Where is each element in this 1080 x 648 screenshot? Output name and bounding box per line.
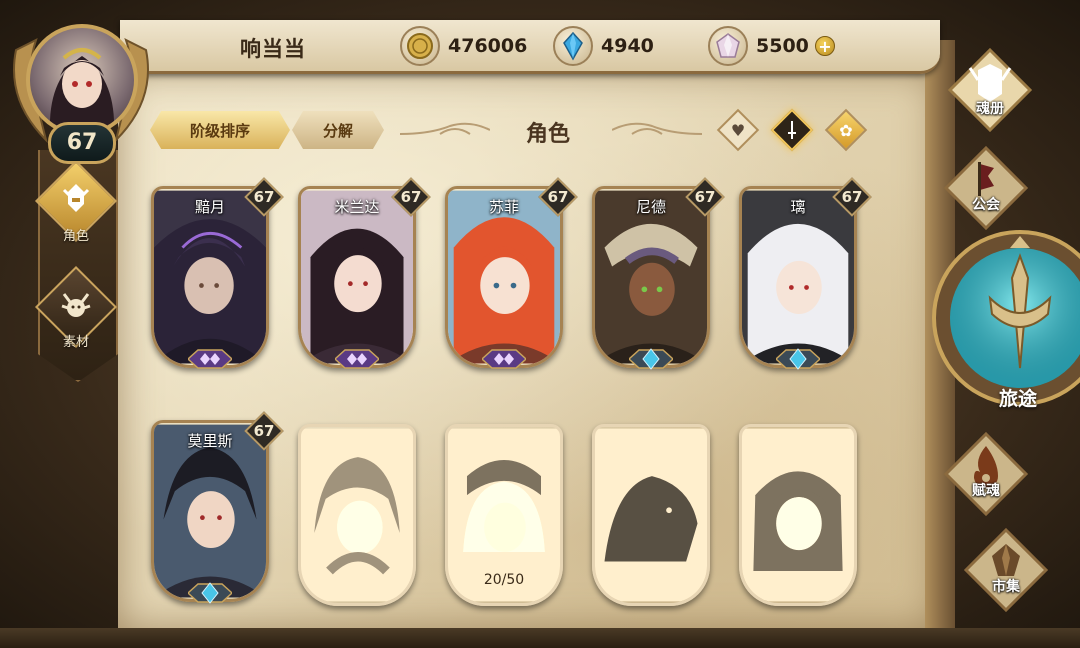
soul-book-label: 魂册 [976, 101, 1004, 117]
filter-paw-button[interactable]: ✿ [824, 108, 868, 152]
nav-characters-label: 角色 [62, 229, 89, 244]
cyan-rank-gem-icon [776, 348, 820, 370]
player-name: 响当当 [240, 37, 306, 61]
gold-currency[interactable]: 476006 [400, 26, 527, 66]
blue-crystal-icon [553, 26, 593, 66]
sword-filter-icon [772, 110, 812, 150]
market-label: 市集 [992, 579, 1020, 595]
page-title: 角色 [525, 122, 570, 147]
filter-heart-button[interactable]: ♥ [716, 108, 760, 152]
game-screen: 响当当 476006 4940 5500 + 角色 素材 67 阶级排序 分解 … [0, 0, 1080, 648]
cyan-rank-gem-icon [188, 582, 232, 604]
crystal-currency[interactable]: 4940 [553, 26, 654, 66]
material-beast-icon [61, 293, 91, 317]
heart-filter-icon: ♥ [730, 120, 746, 140]
nav-materials-label: 素材 [62, 335, 89, 350]
pink-diamond-icon [708, 26, 748, 66]
player-avatar-frame[interactable]: 67 [6, 10, 156, 164]
locked-character-card[interactable]: 20/50 [445, 424, 563, 606]
locked-portrait-1 [301, 428, 413, 602]
character-card[interactable]: 苏菲 67 [445, 177, 578, 369]
level-badge: 67 [244, 177, 284, 217]
level-badge: 67 [244, 411, 284, 451]
purple-rank-gem-icon [482, 349, 526, 369]
sort-by-rank-button[interactable]: 阶级排序 [150, 111, 290, 149]
market-gem-icon [964, 528, 1048, 612]
character-card[interactable]: 尼德 67 [592, 177, 725, 370]
crystal-value: 4940 [601, 35, 654, 57]
diamond-value: 5500 [756, 35, 809, 57]
soul-flame-icon [944, 432, 1028, 516]
level-badge: 67 [832, 177, 872, 217]
locked-character-card[interactable] [592, 424, 710, 606]
decompose-button[interactable]: 分解 [292, 111, 384, 149]
nav-characters[interactable]: 角色 [34, 159, 118, 244]
gold-value: 476006 [448, 35, 528, 57]
level-badge: 67 [391, 177, 431, 217]
character-helmet-icon [62, 184, 90, 212]
title-ornament-right [612, 122, 702, 135]
level-badge: 67 [538, 177, 578, 217]
locked-portrait-panther [595, 428, 707, 602]
filter-sword-button[interactable] [770, 108, 814, 152]
purple-rank-gem-icon [335, 349, 379, 369]
locked-portrait-4 [742, 428, 854, 602]
character-card[interactable]: 黯月 67 [151, 177, 284, 369]
avatar [26, 24, 138, 136]
locked-character-card[interactable] [739, 424, 857, 606]
bottom-frame [0, 628, 1080, 648]
guild-label: 公会 [972, 197, 1000, 213]
nav-materials[interactable]: 素材 [34, 265, 118, 350]
market-button[interactable]: 市集 [942, 528, 1070, 612]
soul-book-button[interactable]: 魂册 [926, 48, 1054, 132]
player-level-badge: 67 [48, 122, 116, 164]
journey-button[interactable]: 旅途 [930, 218, 1080, 418]
character-card[interactable]: 莫里斯 67 [151, 411, 284, 604]
add-diamond-button[interactable]: + [814, 36, 835, 56]
title-ornament-left [400, 122, 490, 135]
soul-imbue-label: 赋魂 [972, 483, 1000, 499]
purple-rank-gem-icon [188, 349, 232, 369]
character-card[interactable]: 璃 67 [739, 177, 872, 370]
journey-label: 旅途 [998, 388, 1037, 410]
gold-coin-icon [400, 26, 440, 66]
soul-imbue-button[interactable]: 赋魂 [922, 432, 1050, 516]
shard-progress: 20/50 [483, 572, 525, 588]
character-card[interactable]: 米兰达 67 [298, 177, 431, 369]
level-badge: 67 [685, 177, 725, 217]
paw-filter-icon: ✿ [839, 120, 853, 140]
cyan-rank-gem-icon [629, 348, 673, 370]
soul-book-icon [948, 48, 1032, 132]
locked-character-card[interactable] [298, 424, 416, 606]
diamond-currency[interactable]: 5500 + [708, 26, 835, 66]
